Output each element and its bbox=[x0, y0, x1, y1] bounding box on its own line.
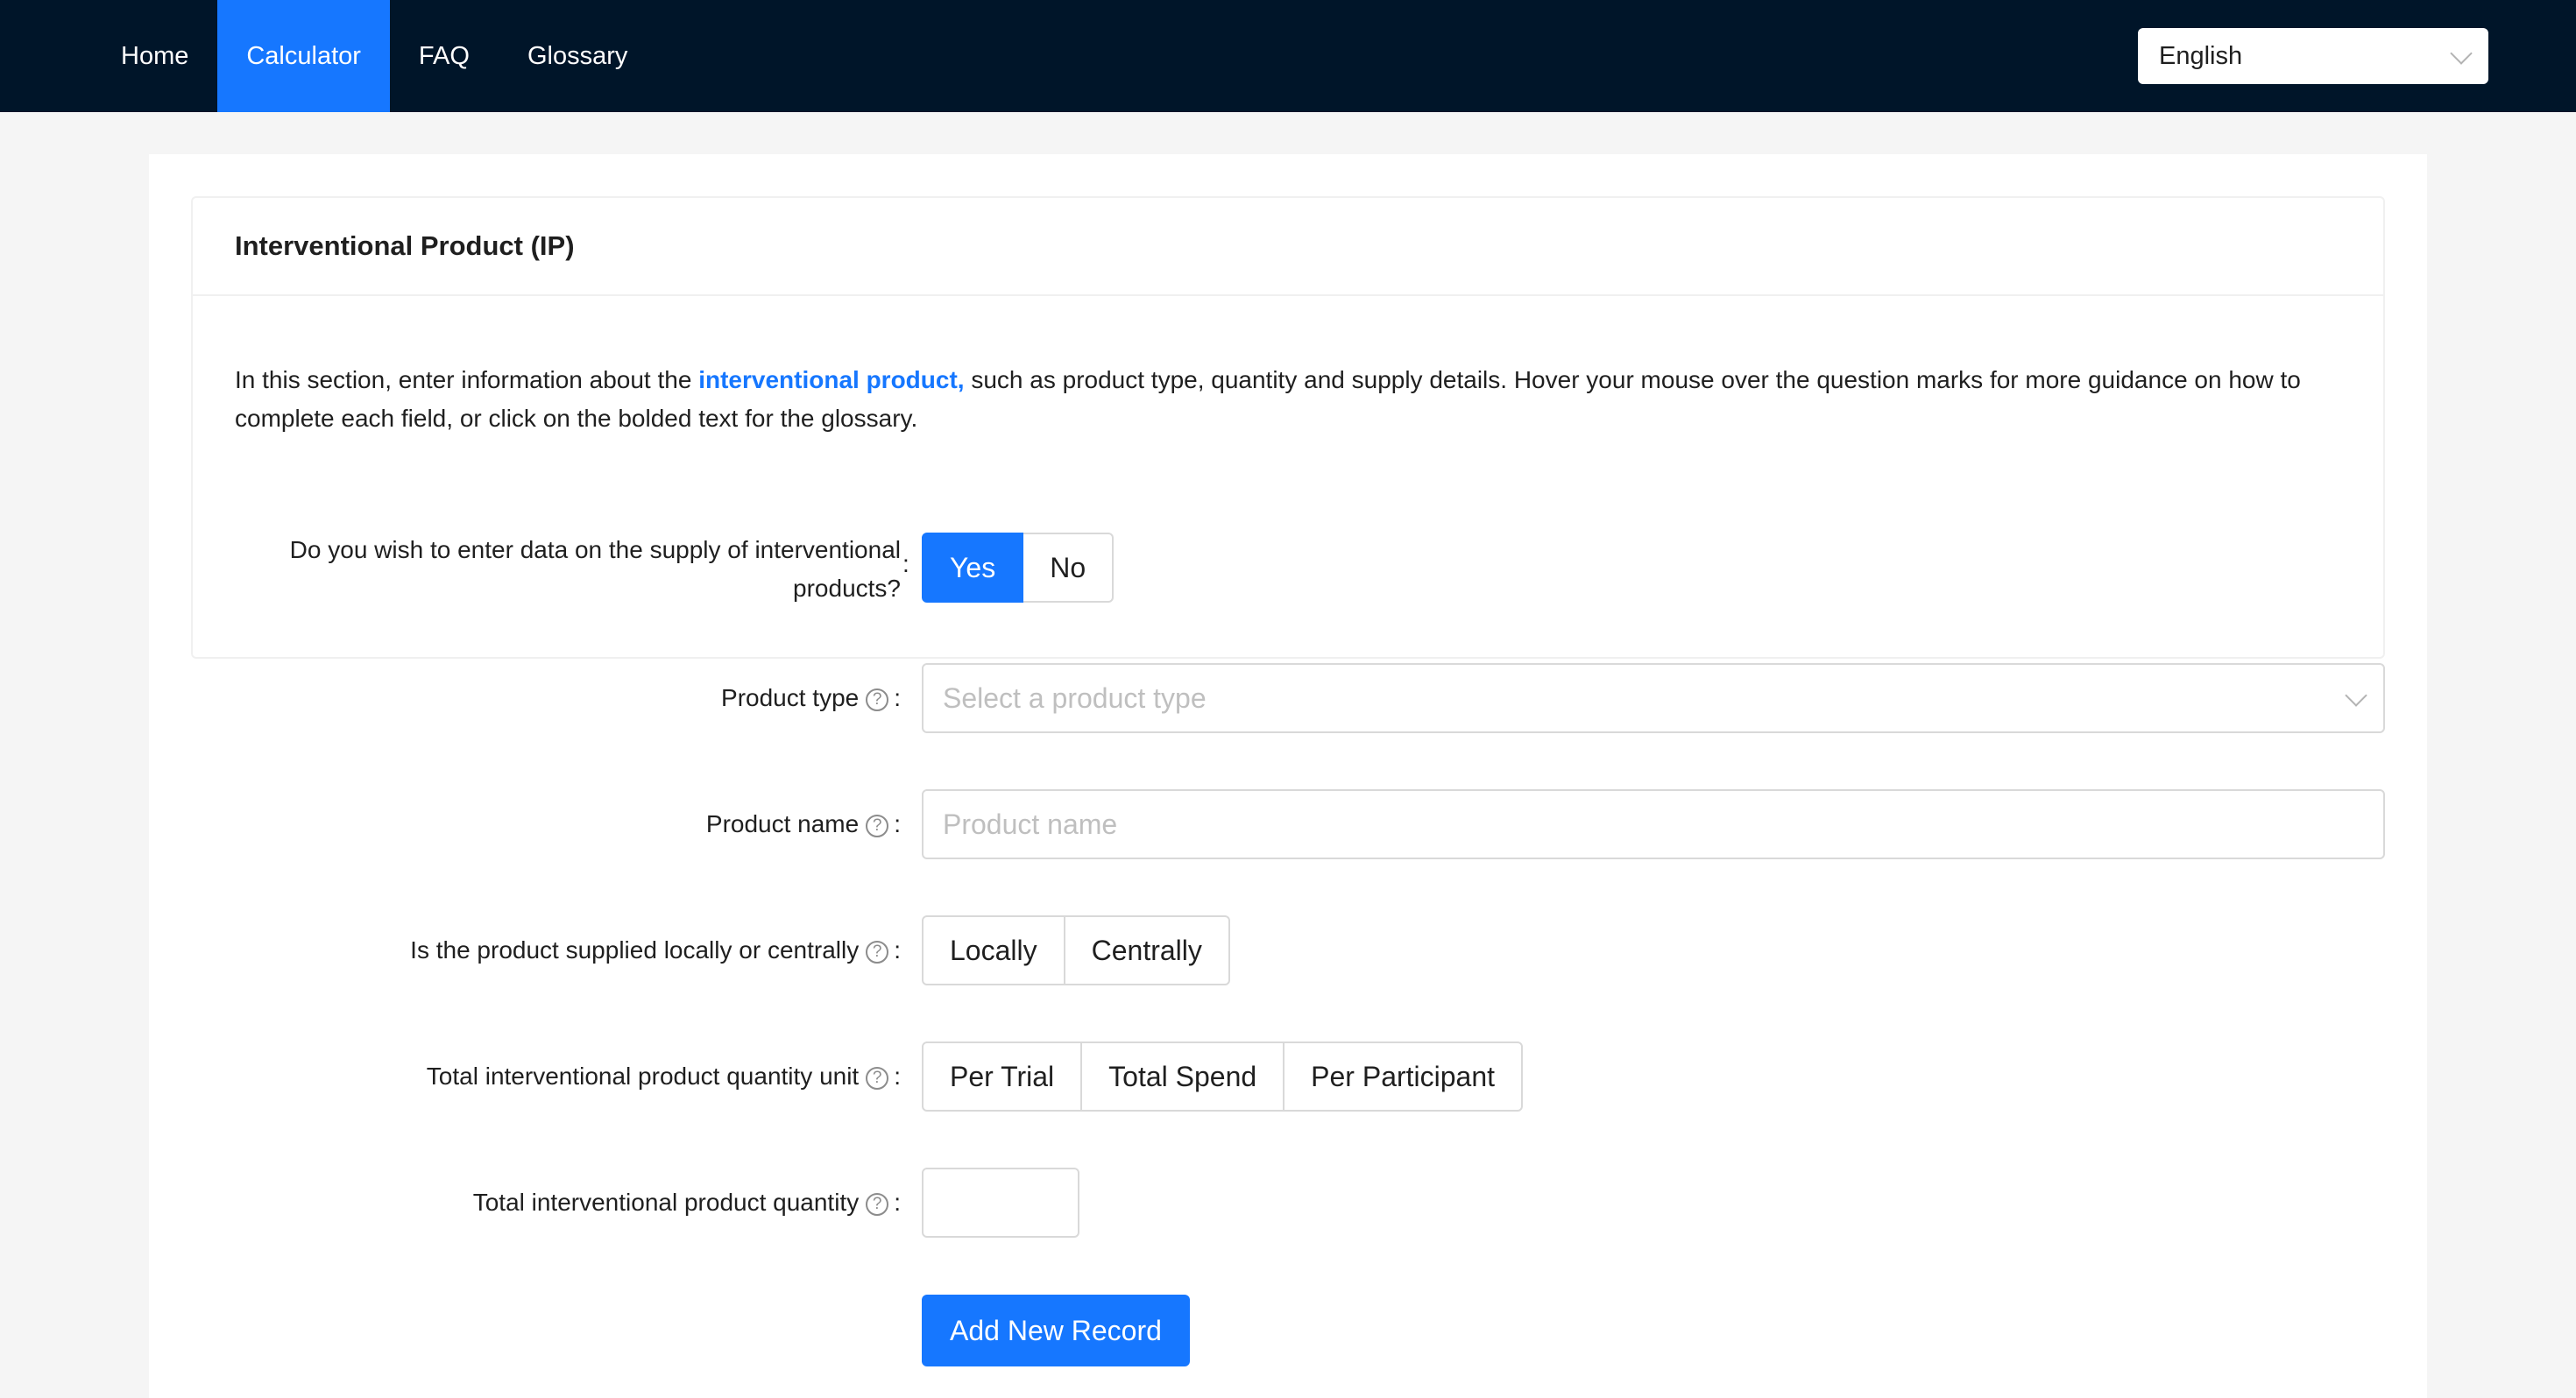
quantity-unit-radio-group: Per Trial Total Spend Per Participant bbox=[922, 1041, 1524, 1112]
product-type-label: Product type?: bbox=[721, 684, 901, 711]
nav-item-home[interactable]: Home bbox=[92, 0, 217, 112]
form-row-supply-mode: Is the product supplied locally or centr… bbox=[191, 915, 2385, 985]
form-row-quantity: Total interventional product quantity?: bbox=[191, 1168, 2385, 1238]
form-row-quantity-unit: Total interventional product quantity un… bbox=[191, 1041, 2385, 1112]
quantity-input[interactable] bbox=[922, 1168, 1079, 1238]
question-circle-icon[interactable]: ? bbox=[866, 1067, 889, 1090]
product-name-label: Product name?: bbox=[705, 810, 901, 837]
form-row-product-type: Product type?: Select a product type bbox=[191, 663, 2385, 733]
quantity-unit-label: Total interventional product quantity un… bbox=[426, 1063, 901, 1090]
enter-supply-colon: : bbox=[902, 550, 909, 577]
language-select[interactable]: English bbox=[2138, 28, 2488, 84]
quantity-unit-label-text: Total interventional product quantity un… bbox=[426, 1063, 860, 1090]
unit-total-spend-button[interactable]: Total Spend bbox=[1080, 1041, 1285, 1112]
supply-mode-label-text: Is the product supplied locally or centr… bbox=[410, 936, 860, 964]
product-type-placeholder: Select a product type bbox=[943, 681, 1207, 714]
main-menu: Home Calculator FAQ Glossary bbox=[92, 0, 656, 112]
form-row-actions: Add New Record bbox=[191, 1295, 2385, 1366]
section-intro: In this section, enter information about… bbox=[193, 296, 2383, 438]
chevron-down-icon bbox=[2345, 684, 2367, 707]
enter-supply-label: Do you wish to enter data on the supply … bbox=[191, 531, 901, 608]
unit-per-participant-button[interactable]: Per Participant bbox=[1283, 1041, 1524, 1112]
quantity-label: Total interventional product quantity?: bbox=[472, 1189, 901, 1216]
supply-mode-label: Is the product supplied locally or centr… bbox=[410, 936, 901, 964]
supply-locally-button[interactable]: Locally bbox=[922, 915, 1065, 985]
nav-item-glossary[interactable]: Glossary bbox=[499, 0, 656, 112]
enter-supply-no-button[interactable]: No bbox=[1022, 533, 1115, 603]
section-title: Interventional Product (IP) bbox=[193, 198, 2383, 296]
top-navigation-bar: Home Calculator FAQ Glossary English bbox=[0, 0, 2576, 112]
supply-mode-radio-group: Locally Centrally bbox=[922, 915, 1230, 985]
question-circle-icon[interactable]: ? bbox=[866, 941, 889, 964]
product-name-field bbox=[922, 789, 2385, 859]
supply-centrally-button[interactable]: Centrally bbox=[1063, 915, 1230, 985]
chevron-down-icon bbox=[2450, 42, 2473, 65]
nav-item-faq[interactable]: FAQ bbox=[390, 0, 499, 112]
add-new-record-button[interactable]: Add New Record bbox=[922, 1295, 1190, 1366]
question-circle-icon[interactable]: ? bbox=[866, 815, 889, 837]
nav-item-calculator[interactable]: Calculator bbox=[217, 0, 390, 112]
intro-text-start: In this section, enter information about… bbox=[235, 366, 699, 393]
main-content: Interventional Product (IP) In this sect… bbox=[149, 154, 2427, 1398]
product-type-label-text: Product type bbox=[721, 684, 860, 711]
question-circle-icon[interactable]: ? bbox=[866, 1193, 889, 1216]
product-type-select[interactable]: Select a product type bbox=[922, 663, 2385, 733]
product-name-input[interactable] bbox=[943, 808, 2364, 841]
form-row-product-name: Product name?: bbox=[191, 789, 2385, 859]
glossary-link-interventional-product[interactable]: interventional product, bbox=[698, 366, 964, 393]
enter-supply-label-text: Do you wish to enter data on the supply … bbox=[289, 536, 901, 602]
form-row-enter-supply: Do you wish to enter data on the supply … bbox=[191, 533, 2385, 611]
enter-supply-yes-button[interactable]: Yes bbox=[922, 533, 1024, 603]
unit-per-trial-button[interactable]: Per Trial bbox=[922, 1041, 1083, 1112]
language-select-value: English bbox=[2159, 41, 2243, 70]
enter-supply-radio-group: Yes No bbox=[922, 533, 1115, 603]
product-name-label-text: Product name bbox=[705, 810, 860, 837]
quantity-label-text: Total interventional product quantity bbox=[472, 1189, 860, 1216]
question-circle-icon[interactable]: ? bbox=[866, 688, 889, 711]
